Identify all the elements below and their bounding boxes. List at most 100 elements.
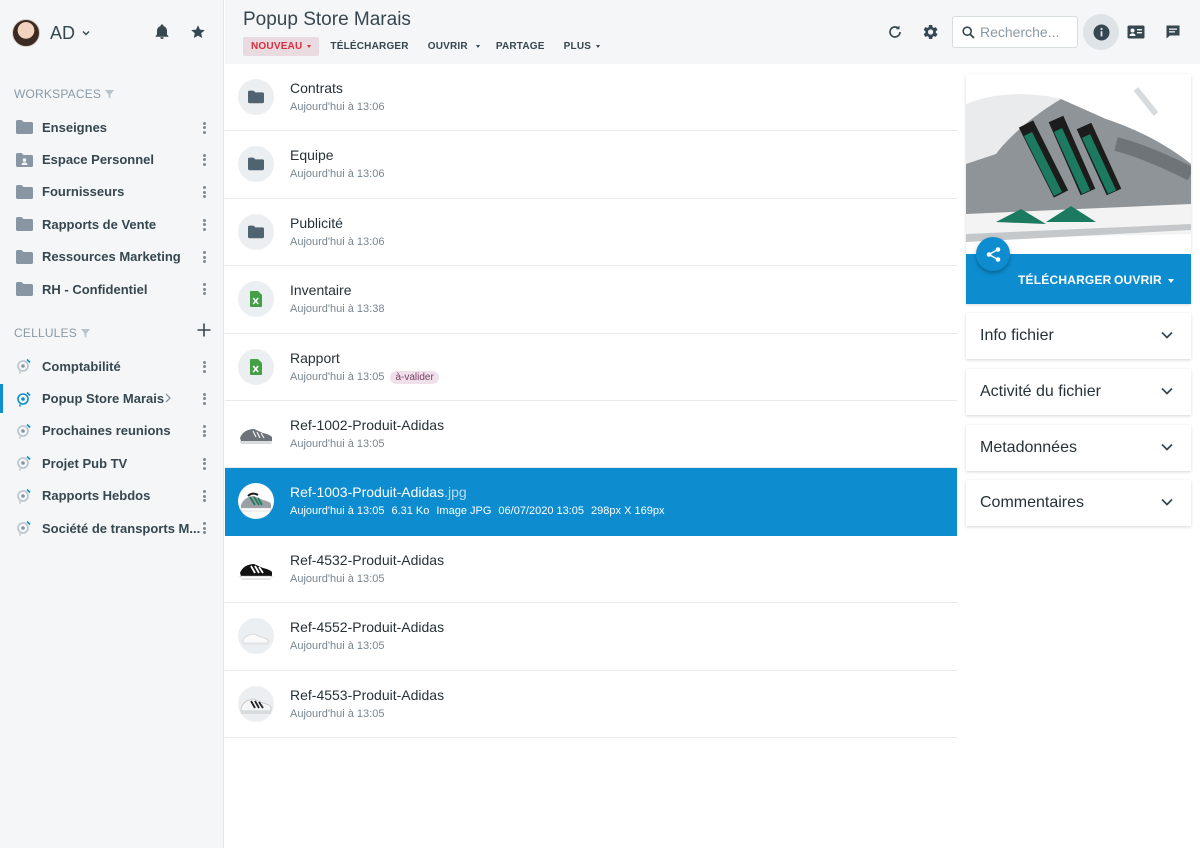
sidebar-item-fournisseurs[interactable]: Fournisseurs <box>0 176 224 208</box>
panel-title: Metadonnées <box>980 439 1077 456</box>
more-options-icon[interactable] <box>200 185 208 201</box>
search-input[interactable] <box>980 24 1076 40</box>
panel-activite-fichier[interactable]: Activité du fichier <box>966 369 1191 415</box>
file-row-selected[interactable]: Ref-1003-Produit-Adidas.jpg Aujourd'hui … <box>225 468 957 536</box>
panel-info-fichier[interactable]: Info fichier <box>966 313 1191 359</box>
sidebar-item-label: Espace Personnel <box>42 152 154 168</box>
more-options-icon[interactable] <box>200 391 208 407</box>
share-button[interactable] <box>976 237 1010 271</box>
file-name: Equipe <box>290 147 334 164</box>
sidebar-item-label: Fournisseurs <box>42 184 125 200</box>
info-toggle-button[interactable] <box>1083 14 1119 50</box>
chevron-right-icon[interactable] <box>164 393 172 403</box>
sidebar-item-ressources-marketing[interactable]: Ressources Marketing <box>0 241 224 273</box>
search-box[interactable] <box>952 16 1078 48</box>
caret-down-icon[interactable] <box>1168 279 1174 283</box>
filter-icon[interactable] <box>105 89 115 99</box>
status-badge[interactable]: à-valider <box>390 370 439 384</box>
more-options-icon[interactable] <box>200 282 208 298</box>
user-initials[interactable]: AD <box>50 23 75 44</box>
personal-folder-icon <box>16 152 33 167</box>
folder-icon <box>16 217 33 232</box>
file-row[interactable]: Inventaire Aujourd'hui à 13:38 <box>225 266 957 334</box>
panel-metadonnees[interactable]: Metadonnées <box>966 425 1191 471</box>
preview-download-button[interactable]: TÉLÉCHARGER <box>1018 273 1112 287</box>
more-options-icon[interactable] <box>200 456 208 472</box>
file-row[interactable]: Ref-1002-Produit-Adidas Aujourd'hui à 13… <box>225 401 957 469</box>
file-row[interactable]: Ref-4532-Produit-Adidas Aujourd'hui à 13… <box>225 536 957 604</box>
sidebar-item-popup-store-marais[interactable]: Popup Store Marais <box>0 382 224 414</box>
file-row[interactable]: Equipe Aujourd'hui à 13:06 <box>225 131 957 199</box>
file-row[interactable]: Contrats Aujourd'hui à 13:06 <box>225 64 957 132</box>
file-row[interactable]: Publicité Aujourd'hui à 13:06 <box>225 199 957 267</box>
sidebar-item-societe-de-transports[interactable]: Société de transports M... <box>0 512 224 544</box>
file-date: Aujourd'hui à 13:05 <box>290 707 385 720</box>
avatar[interactable] <box>12 19 40 47</box>
share-button[interactable]: PARTAGE <box>488 37 553 56</box>
caret-down-icon <box>307 45 312 48</box>
panel-commentaires[interactable]: Commentaires <box>966 480 1191 526</box>
more-options-icon[interactable] <box>200 521 208 537</box>
sidebar-item-rapports-de-vente[interactable]: Rapports de Vente <box>0 208 224 240</box>
more-options-icon[interactable] <box>200 424 208 440</box>
download-button[interactable]: TÉLÉCHARGER <box>322 37 416 56</box>
open-button[interactable]: OUVRIR <box>420 37 476 56</box>
more-options-icon[interactable] <box>200 359 208 375</box>
panel-title: Commentaires <box>980 494 1085 511</box>
new-button-label: NOUVEAU <box>251 41 303 52</box>
preview-open-button[interactable]: OUVRIR <box>1114 273 1162 287</box>
more-options-icon[interactable] <box>200 217 208 233</box>
header: Popup Store Marais NOUVEAU TÉLÉCHARGER O… <box>225 0 1200 64</box>
more-options-icon[interactable] <box>200 489 208 505</box>
bell-icon[interactable] <box>154 24 170 40</box>
sidebar-item-label: Comptabilité <box>42 358 121 374</box>
sidebar-item-label: Prochaines reunions <box>42 423 171 439</box>
cell-icon <box>17 391 31 407</box>
file-row[interactable]: Ref-4553-Produit-Adidas Aujourd'hui à 13… <box>225 671 957 738</box>
sidebar-item-enseignes[interactable]: Enseignes <box>0 111 224 143</box>
sidebar-item-label: Société de transports M... <box>42 520 201 536</box>
file-row[interactable]: Ref-4552-Produit-Adidas Aujourd'hui à 13… <box>225 603 957 671</box>
file-meta: Aujourd'hui à 13:06 <box>290 236 384 248</box>
file-name: Ref-4552-Produit-Adidas <box>290 619 445 636</box>
more-button[interactable]: PLUS <box>556 37 608 56</box>
file-meta: Aujourd'hui à 13:06 <box>290 168 384 180</box>
more-options-icon[interactable] <box>200 152 208 168</box>
sidebar-item-comptabilite[interactable]: Comptabilité <box>0 350 224 382</box>
sidebar-item-projet-pub-tv[interactable]: Projet Pub TV <box>0 447 224 479</box>
preview-image[interactable] <box>966 74 1191 254</box>
new-button[interactable]: NOUVEAU <box>243 37 320 56</box>
star-icon[interactable] <box>190 24 206 40</box>
file-basename: Ref-1003-Produit-Adidas <box>290 484 445 501</box>
contact-card-icon[interactable] <box>1127 25 1145 39</box>
shoe-thumbnail-icon <box>238 415 274 452</box>
cells-section-title: CELLULES <box>14 326 90 340</box>
user-menu[interactable]: AD <box>12 16 91 50</box>
sidebar-item-prochaines-reunions[interactable]: Prochaines reunions <box>0 415 224 447</box>
cell-icon <box>17 359 31 374</box>
folder-icon <box>16 249 33 264</box>
chat-icon[interactable] <box>1165 24 1181 40</box>
search-icon <box>962 25 975 39</box>
file-name: Ref-4532-Produit-Adidas <box>290 551 445 568</box>
file-modified: 06/07/2020 13:05 <box>498 505 585 518</box>
more-options-icon[interactable] <box>200 120 208 136</box>
sidebar-item-espace-personnel[interactable]: Espace Personnel <box>0 143 224 175</box>
shoe-thumbnail-icon <box>238 483 274 520</box>
gear-icon[interactable] <box>922 24 938 40</box>
folder-icon <box>238 213 274 250</box>
file-date: Aujourd'hui à 13:05 <box>290 437 385 450</box>
more-options-icon[interactable] <box>200 250 208 266</box>
file-date: Aujourd'hui à 13:05 <box>290 640 385 653</box>
file-row[interactable]: Rapport Aujourd'hui à 13:05 à-valider <box>225 334 957 401</box>
sidebar-item-rh-confidentiel[interactable]: RH - Confidentiel <box>0 273 224 305</box>
plus-icon[interactable] <box>196 322 212 338</box>
filter-icon[interactable] <box>80 328 90 338</box>
file-type: Image JPG <box>436 505 492 518</box>
refresh-icon[interactable] <box>887 24 903 40</box>
chevron-down-icon[interactable] <box>81 28 91 38</box>
open-caret-icon[interactable] <box>475 45 480 48</box>
file-size: 6.31 Ko <box>391 505 430 518</box>
sidebar-item-rapports-hebdos[interactable]: Rapports Hebdos <box>0 480 224 512</box>
file-meta: Aujourd'hui à 13:05 <box>290 573 384 585</box>
